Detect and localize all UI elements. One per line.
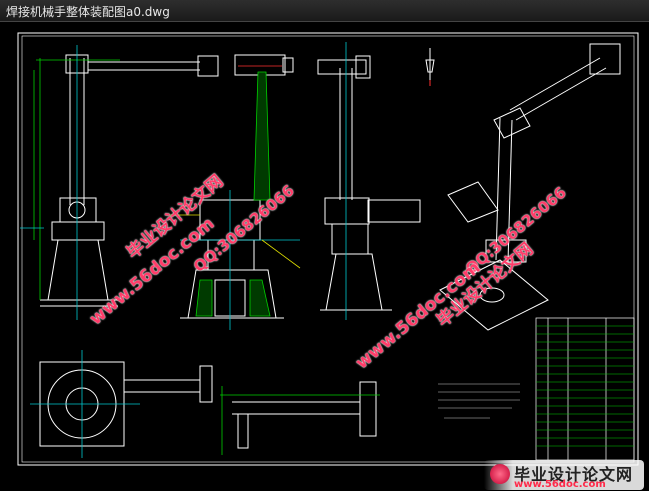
footer-badge: 毕业设计论文网 www.56doc.com [484,460,644,490]
cad-drawing-canvas[interactable]: 毕业设计论文网 QQ:306826066 www.56doc.com 毕业设计论… [0,22,649,491]
window-titlebar: 焊接机械手整体装配图a0.dwg [0,0,649,22]
logo-icon [490,464,510,484]
cad-drawing [17,32,639,466]
parts-list [535,317,635,461]
arm-view [232,381,377,449]
footer-url: www.56doc.com [514,479,606,490]
window-title: 焊接机械手整体装配图a0.dwg [6,5,170,19]
front-view [40,54,219,307]
side-view [317,55,421,311]
